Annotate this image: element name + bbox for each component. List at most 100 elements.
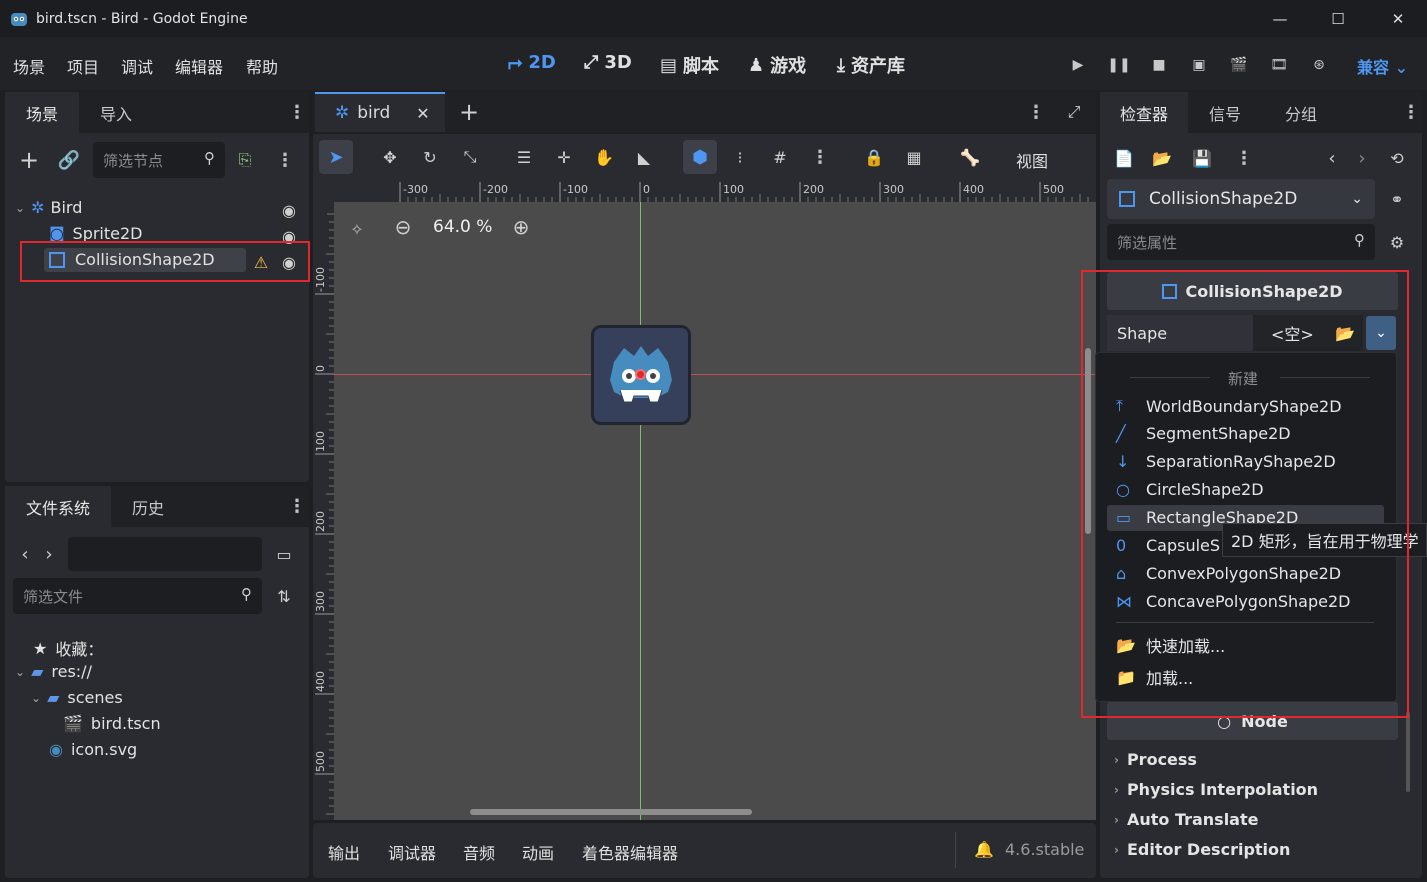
- visibility-eye-icon[interactable]: ◉: [279, 226, 299, 246]
- rotate-tool-icon[interactable]: ↻: [419, 146, 441, 168]
- menu-project[interactable]: 项目: [67, 54, 99, 78]
- horizontal-scrollbar[interactable]: [470, 809, 752, 815]
- warning-icon[interactable]: ⚠: [251, 252, 271, 272]
- group-icon[interactable]: ▦: [903, 146, 925, 168]
- snap-menu-icon[interactable]: ⋮: [811, 146, 829, 168]
- menu-item-concavepolygonshape2d[interactable]: ⋈ ConcavePolygonShape2D: [1116, 592, 1350, 611]
- canvas-viewport[interactable]: ✧ ⊖ 64.0 % ⊕: [334, 202, 1096, 820]
- section-header-node[interactable]: ○ Node: [1107, 702, 1398, 740]
- bottom-tab-shader-editor[interactable]: 着色器编辑器: [582, 840, 678, 864]
- tab-groups[interactable]: 分组: [1264, 92, 1338, 133]
- add-tab-icon[interactable]: +: [457, 98, 481, 126]
- new-resource-icon[interactable]: 📄: [1114, 148, 1134, 168]
- bottom-tab-output[interactable]: 输出: [328, 840, 360, 864]
- scene-tree-menu-icon[interactable]: ⋮: [276, 150, 294, 171]
- menu-item-load[interactable]: 📁 加载...: [1116, 665, 1193, 689]
- fs-favorites[interactable]: ★ 收藏：: [33, 636, 103, 660]
- menu-help[interactable]: 帮助: [246, 54, 278, 78]
- tab-history[interactable]: 历史: [111, 486, 185, 527]
- scale-tool-icon[interactable]: ⤡: [459, 146, 481, 168]
- scene-dock-menu-icon[interactable]: ⋮: [288, 102, 306, 123]
- zoom-in-icon[interactable]: ⊕: [510, 215, 532, 239]
- group-editor-description[interactable]: › Editor Description: [1114, 840, 1290, 859]
- add-node-icon[interactable]: +: [17, 146, 41, 174]
- menu-item-convexpolygonshape2d[interactable]: ⌂ ConvexPolygonShape2D: [1116, 564, 1341, 583]
- vertical-scrollbar[interactable]: [1085, 348, 1091, 534]
- workspace-assetlib-button[interactable]: ⤓ 资产库: [837, 52, 905, 78]
- stop-icon[interactable]: ■: [1148, 55, 1170, 75]
- snap-options-icon[interactable]: ⁝: [729, 146, 751, 168]
- pivot-tool-icon[interactable]: ✛: [553, 146, 575, 168]
- forward-icon[interactable]: ›: [41, 544, 57, 565]
- bottom-tab-audio[interactable]: 音频: [463, 840, 495, 864]
- menu-item-worldboundaryshape2d[interactable]: ⤒ WorldBoundaryShape2D: [1116, 396, 1342, 416]
- menu-item-separationrayshape2d[interactable]: ↓ SeparationRayShape2D: [1116, 452, 1336, 471]
- back-icon[interactable]: ‹: [17, 544, 33, 565]
- zoom-level[interactable]: 64.0 %: [433, 217, 492, 237]
- fs-scenes-folder[interactable]: ⌄ ▰ scenes: [31, 688, 123, 707]
- fs-bird-tscn[interactable]: 🎬 bird.tscn: [63, 714, 161, 733]
- pause-icon[interactable]: ❚❚: [1107, 55, 1130, 75]
- tab-filesystem[interactable]: 文件系统: [5, 486, 111, 527]
- property-filter-input[interactable]: 筛选属性 ⚲: [1107, 224, 1375, 260]
- filesystem-menu-icon[interactable]: ⋮: [288, 496, 306, 517]
- tree-node-sprite2d[interactable]: ◙ Sprite2D: [49, 224, 142, 243]
- sort-icon[interactable]: ⇅: [273, 586, 295, 606]
- history-back-icon[interactable]: ‹: [1324, 148, 1340, 169]
- group-auto-translate[interactable]: › Auto Translate: [1114, 810, 1258, 829]
- select-tool-icon[interactable]: ➤: [319, 140, 353, 174]
- object-selector[interactable]: CollisionShape2D ⌄: [1107, 179, 1375, 219]
- pin-icon[interactable]: 🔔: [974, 840, 994, 859]
- center-view-icon[interactable]: ✧: [346, 218, 368, 240]
- file-filter-input[interactable]: 筛选文件 ⚲: [13, 578, 262, 614]
- link-icon[interactable]: 🔗: [57, 148, 81, 172]
- inspector-scrollbar[interactable]: [1406, 712, 1410, 792]
- distraction-free-icon[interactable]: ⤢: [1063, 102, 1085, 122]
- object-history-icon[interactable]: ⟲: [1387, 148, 1407, 168]
- menu-item-quick-load[interactable]: 📂 快速加载...: [1116, 633, 1225, 657]
- view-menu[interactable]: 视图: [1016, 148, 1048, 172]
- grid-snap-icon[interactable]: #: [769, 146, 791, 168]
- workspace-game-button[interactable]: ♟ 游戏: [748, 52, 806, 78]
- group-process[interactable]: › Process: [1114, 750, 1197, 769]
- visibility-eye-icon[interactable]: ◉: [279, 200, 299, 220]
- menu-item-capsuleshape2d[interactable]: 0 CapsuleS: [1116, 536, 1220, 555]
- history-forward-icon[interactable]: ›: [1354, 148, 1370, 169]
- fs-icon-svg[interactable]: ◉ icon.svg: [49, 740, 137, 759]
- workspace-3d-button[interactable]: ⤢ 3D: [584, 52, 632, 73]
- remote-debug-icon[interactable]: ▣: [1188, 55, 1210, 75]
- minimize-button[interactable]: —: [1250, 0, 1310, 37]
- close-icon[interactable]: ✕: [416, 104, 429, 123]
- section-header-collisionshape2d[interactable]: CollisionShape2D: [1107, 272, 1398, 310]
- shape-dropdown-button[interactable]: ⌄: [1366, 316, 1396, 350]
- scene-tab-bird[interactable]: ✲ bird ✕: [315, 92, 445, 132]
- tree-node-collisionshape2d[interactable]: CollisionShape2D: [49, 250, 215, 269]
- move-tool-icon[interactable]: ✥: [379, 146, 401, 168]
- tree-node-bird[interactable]: ⌄ ✲ Bird: [15, 198, 82, 217]
- fs-res-root[interactable]: ⌄ ▰ res://: [15, 662, 92, 681]
- path-input[interactable]: [68, 537, 262, 571]
- maximize-button[interactable]: ☐: [1308, 0, 1368, 37]
- menu-debug[interactable]: 调试: [121, 54, 153, 78]
- quick-load-icon[interactable]: 📂: [1335, 324, 1355, 343]
- resource-menu-icon[interactable]: ⋮: [1235, 148, 1253, 169]
- list-select-icon[interactable]: ☰: [513, 146, 535, 168]
- zoom-out-icon[interactable]: ⊖: [392, 215, 414, 239]
- play-scene-icon[interactable]: 🎬: [1228, 55, 1250, 75]
- tab-signals[interactable]: 信号: [1188, 92, 1262, 133]
- smart-snap-icon[interactable]: ⬢: [683, 140, 717, 174]
- workspace-script-button[interactable]: ▤ 脚本: [660, 52, 719, 78]
- group-physics-interpolation[interactable]: › Physics Interpolation: [1114, 780, 1318, 799]
- inspector-menu-icon[interactable]: ⋮: [1402, 102, 1420, 123]
- menu-item-circleshape2d[interactable]: ○ CircleShape2D: [1116, 480, 1264, 499]
- bone-icon[interactable]: 🦴: [959, 146, 981, 168]
- workspace-2d-button[interactable]: ⮣ 2D: [508, 52, 556, 73]
- pan-tool-icon[interactable]: ✋: [593, 146, 615, 168]
- menu-scene[interactable]: 场景: [13, 54, 45, 78]
- visibility-eye-icon[interactable]: ◉: [279, 252, 299, 272]
- node-docs-icon[interactable]: ⚭: [1387, 189, 1407, 209]
- node-filter-input[interactable]: 筛选节点 ⚲: [93, 142, 225, 178]
- menu-item-segmentshape2d[interactable]: ╱ SegmentShape2D: [1116, 424, 1291, 443]
- movie-maker-icon[interactable]: ⊛: [1308, 55, 1330, 75]
- split-view-icon[interactable]: ▭: [273, 544, 295, 564]
